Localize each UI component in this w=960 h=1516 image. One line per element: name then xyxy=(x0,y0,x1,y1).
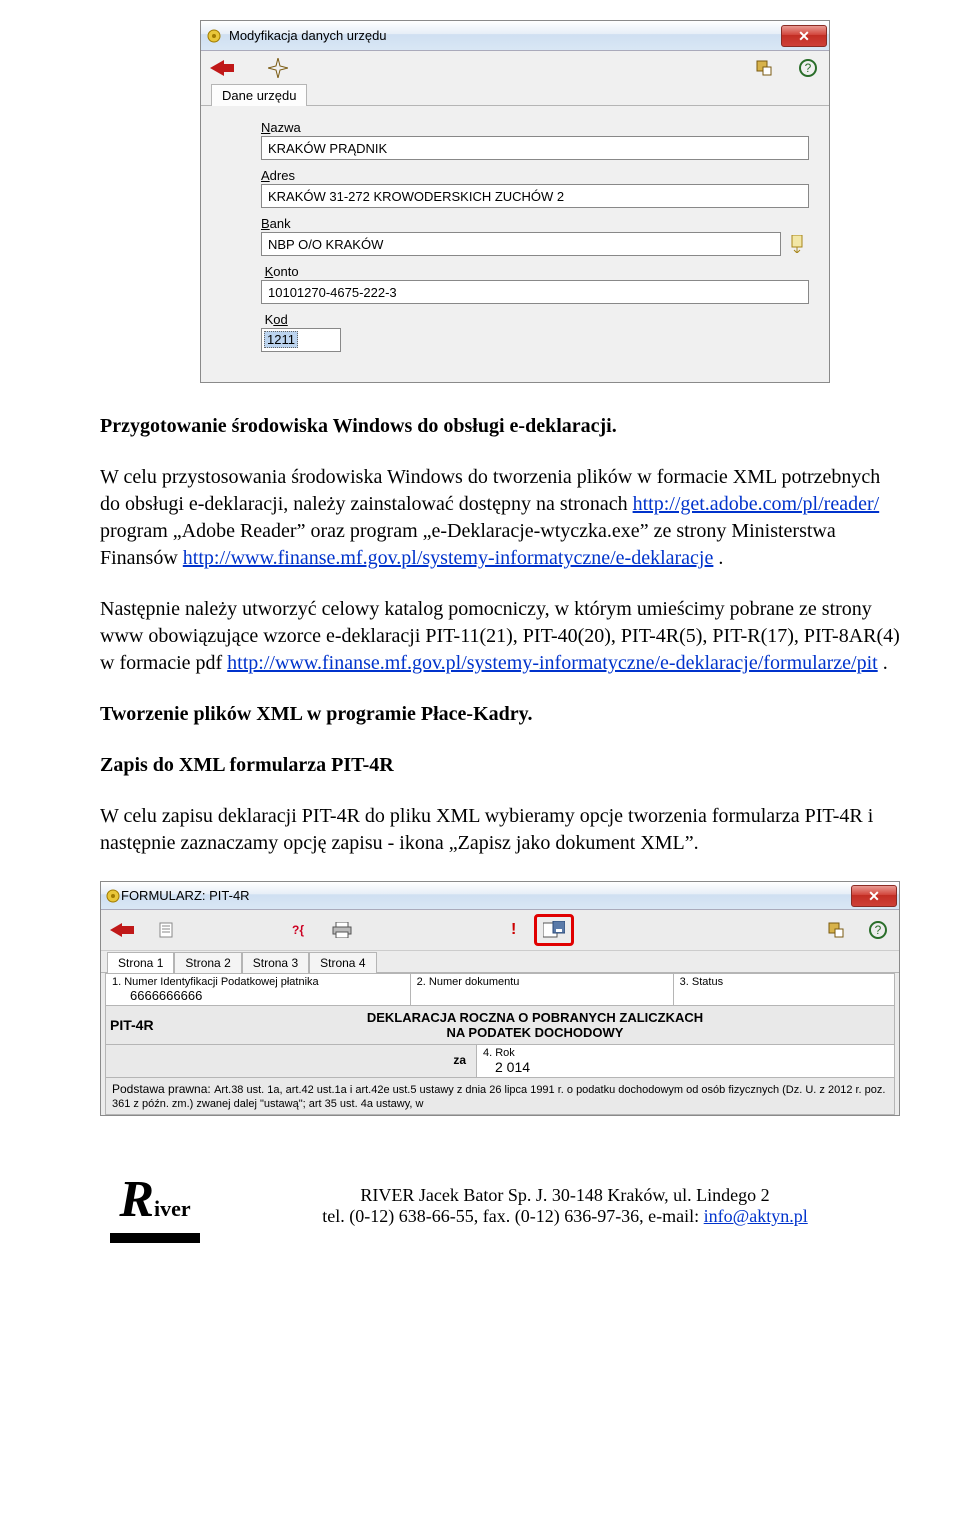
app-icon xyxy=(105,888,121,904)
tab-dane-urzedu[interactable]: Dane urzędu xyxy=(211,84,307,106)
save-xml-highlight xyxy=(534,914,574,946)
help-hint-icon[interactable]: ?{ xyxy=(285,919,311,941)
tool-icon[interactable] xyxy=(823,919,849,941)
heading-creating-xml: Tworzenie plików XML w programie Płace-K… xyxy=(100,701,900,728)
warning-icon: ! xyxy=(511,921,516,939)
heading-prep-env: Przygotowanie środowiska Windows do obsł… xyxy=(100,413,900,440)
help-icon[interactable]: ? xyxy=(795,57,821,79)
bank-picker-icon[interactable] xyxy=(787,235,809,253)
cell-nip: 1. Numer Identyfikacji Podatkowej płatni… xyxy=(106,974,411,1005)
paragraph-save-pit4r: W celu zapisu deklaracji PIT-4R do pliku… xyxy=(100,803,900,857)
titlebar[interactable]: Modyfikacja danych urzędu ✕ xyxy=(201,21,829,51)
input-nazwa[interactable] xyxy=(261,136,809,160)
label-konto: .Konto xyxy=(261,264,809,279)
label-kod: .Kod xyxy=(261,312,809,327)
input-bank[interactable] xyxy=(261,232,781,256)
back-icon[interactable] xyxy=(109,919,135,941)
app-icon xyxy=(205,27,223,45)
tab-strona-1[interactable]: Strona 1 xyxy=(107,952,174,973)
text-podstawa: Art.38 ust. 1a, art.42 ust.1a i art.42e … xyxy=(112,1084,885,1110)
legal-basis-row: Podstawa prawna: Art.38 ust. 1a, art.42 … xyxy=(106,1078,894,1114)
help-icon[interactable]: ? xyxy=(865,919,891,941)
form-body: Nazwa Adres Bank xyxy=(201,106,829,382)
label-rok: 4. Rok xyxy=(483,1047,888,1059)
paragraph-env: W celu przystosowania środowiska Windows… xyxy=(100,464,900,572)
footer-text: RIVER Jacek Bator Sp. J. 30-148 Kraków, … xyxy=(230,1185,900,1227)
value-rok: 2 014 xyxy=(483,1059,888,1075)
tab-strip: Dane urzędu xyxy=(201,83,829,106)
cell-status: 3. Status xyxy=(674,974,894,1005)
label-numer-dok: 2. Numer dokumentu xyxy=(417,976,667,988)
close-button[interactable]: ✕ xyxy=(851,885,897,907)
document-body: Przygotowanie środowiska Windows do obsł… xyxy=(100,413,900,857)
value-nip: 6666666666 xyxy=(112,988,404,1003)
label-nip: 1. Numer Identyfikacji Podatkowej płatni… xyxy=(112,976,404,988)
tab-strona-2[interactable]: Strona 2 xyxy=(174,952,241,973)
input-adres[interactable] xyxy=(261,184,809,208)
page-tabs: Strona 1 Strona 2 Strona 3 Strona 4 xyxy=(101,951,899,973)
sparkle-icon[interactable] xyxy=(265,57,291,79)
label-podstawa: Podstawa prawna: xyxy=(112,1082,211,1096)
label-adres: Adres xyxy=(261,168,809,183)
input-kod[interactable]: 1211 xyxy=(261,328,341,352)
titlebar2[interactable]: FORMULARZ: PIT-4R ✕ xyxy=(101,882,899,910)
footer-email-link[interactable]: info@aktyn.pl xyxy=(704,1206,808,1226)
heading-save-pit4r: Zapis do XML formularza PIT-4R xyxy=(100,752,900,779)
close-icon: ✕ xyxy=(798,29,810,43)
save-xml-icon[interactable] xyxy=(541,919,567,941)
cell-numer-dok: 2. Numer dokumentu xyxy=(411,974,674,1005)
label-status: 3. Status xyxy=(680,976,888,988)
link-adobe-reader[interactable]: http://get.adobe.com/pl/reader/ xyxy=(633,493,880,515)
tab-strona-4[interactable]: Strona 4 xyxy=(309,952,376,973)
river-logo: River xyxy=(100,1166,210,1246)
input-konto[interactable] xyxy=(261,280,809,304)
year-box: 4. Rok 2 014 xyxy=(476,1045,894,1077)
dialog-formularz-pit4r: FORMULARZ: PIT-4R ✕ ?{ ! xyxy=(100,881,900,1116)
label-za: za xyxy=(106,1045,476,1077)
toolbar2: ?{ ! xyxy=(101,910,899,951)
back-icon[interactable] xyxy=(209,57,235,79)
paragraph-catalog: Następnie należy utworzyć celowy katalog… xyxy=(100,596,900,677)
dialog-modify-office: Modyfikacja danych urzędu ✕ xyxy=(200,20,830,383)
footer-line2-text: tel. (0-12) 638-66-55, fax. (0-12) 636-9… xyxy=(322,1206,703,1226)
page-icon[interactable] xyxy=(153,919,179,941)
form-code: PIT-4R xyxy=(106,1006,176,1044)
footer-line1: RIVER Jacek Bator Sp. J. 30-148 Kraków, … xyxy=(230,1185,900,1206)
kod-selection: 1211 xyxy=(264,331,298,348)
declaration-title-row: PIT-4R DEKLARACJA ROCZNA O POBRANYCH ZAL… xyxy=(106,1006,894,1045)
label-nazwa: Nazwa xyxy=(261,120,809,135)
tab-strona-3[interactable]: Strona 3 xyxy=(242,952,309,973)
form-title-line1: DEKLARACJA ROCZNA O POBRANYCH ZALICZKACH xyxy=(182,1010,888,1025)
dialog-title: Modyfikacja danych urzędu xyxy=(229,28,781,43)
toolbar: ? xyxy=(201,51,829,83)
link-formularze-pit[interactable]: http://www.finanse.mf.gov.pl/systemy-inf… xyxy=(227,652,878,674)
label-bank: Bank xyxy=(261,216,809,231)
page-footer: River RIVER Jacek Bator Sp. J. 30-148 Kr… xyxy=(100,1156,900,1246)
form-grid: 1. Numer Identyfikacji Podatkowej płatni… xyxy=(105,973,895,1115)
close-button[interactable]: ✕ xyxy=(781,25,827,47)
year-row: za 4. Rok 2 014 xyxy=(106,1045,894,1078)
header-row: 1. Numer Identyfikacji Podatkowej płatni… xyxy=(106,974,894,1006)
svg-text:?: ? xyxy=(875,923,882,937)
svg-text:?: ? xyxy=(805,61,812,75)
link-mf-edeklaracje[interactable]: http://www.finanse.mf.gov.pl/systemy-inf… xyxy=(183,547,714,569)
print-icon[interactable] xyxy=(329,919,355,941)
dialog2-title: FORMULARZ: PIT-4R xyxy=(121,888,851,903)
close-icon: ✕ xyxy=(868,889,880,903)
form-title-line2: NA PODATEK DOCHODOWY xyxy=(182,1025,888,1040)
tool-icon[interactable] xyxy=(751,57,777,79)
